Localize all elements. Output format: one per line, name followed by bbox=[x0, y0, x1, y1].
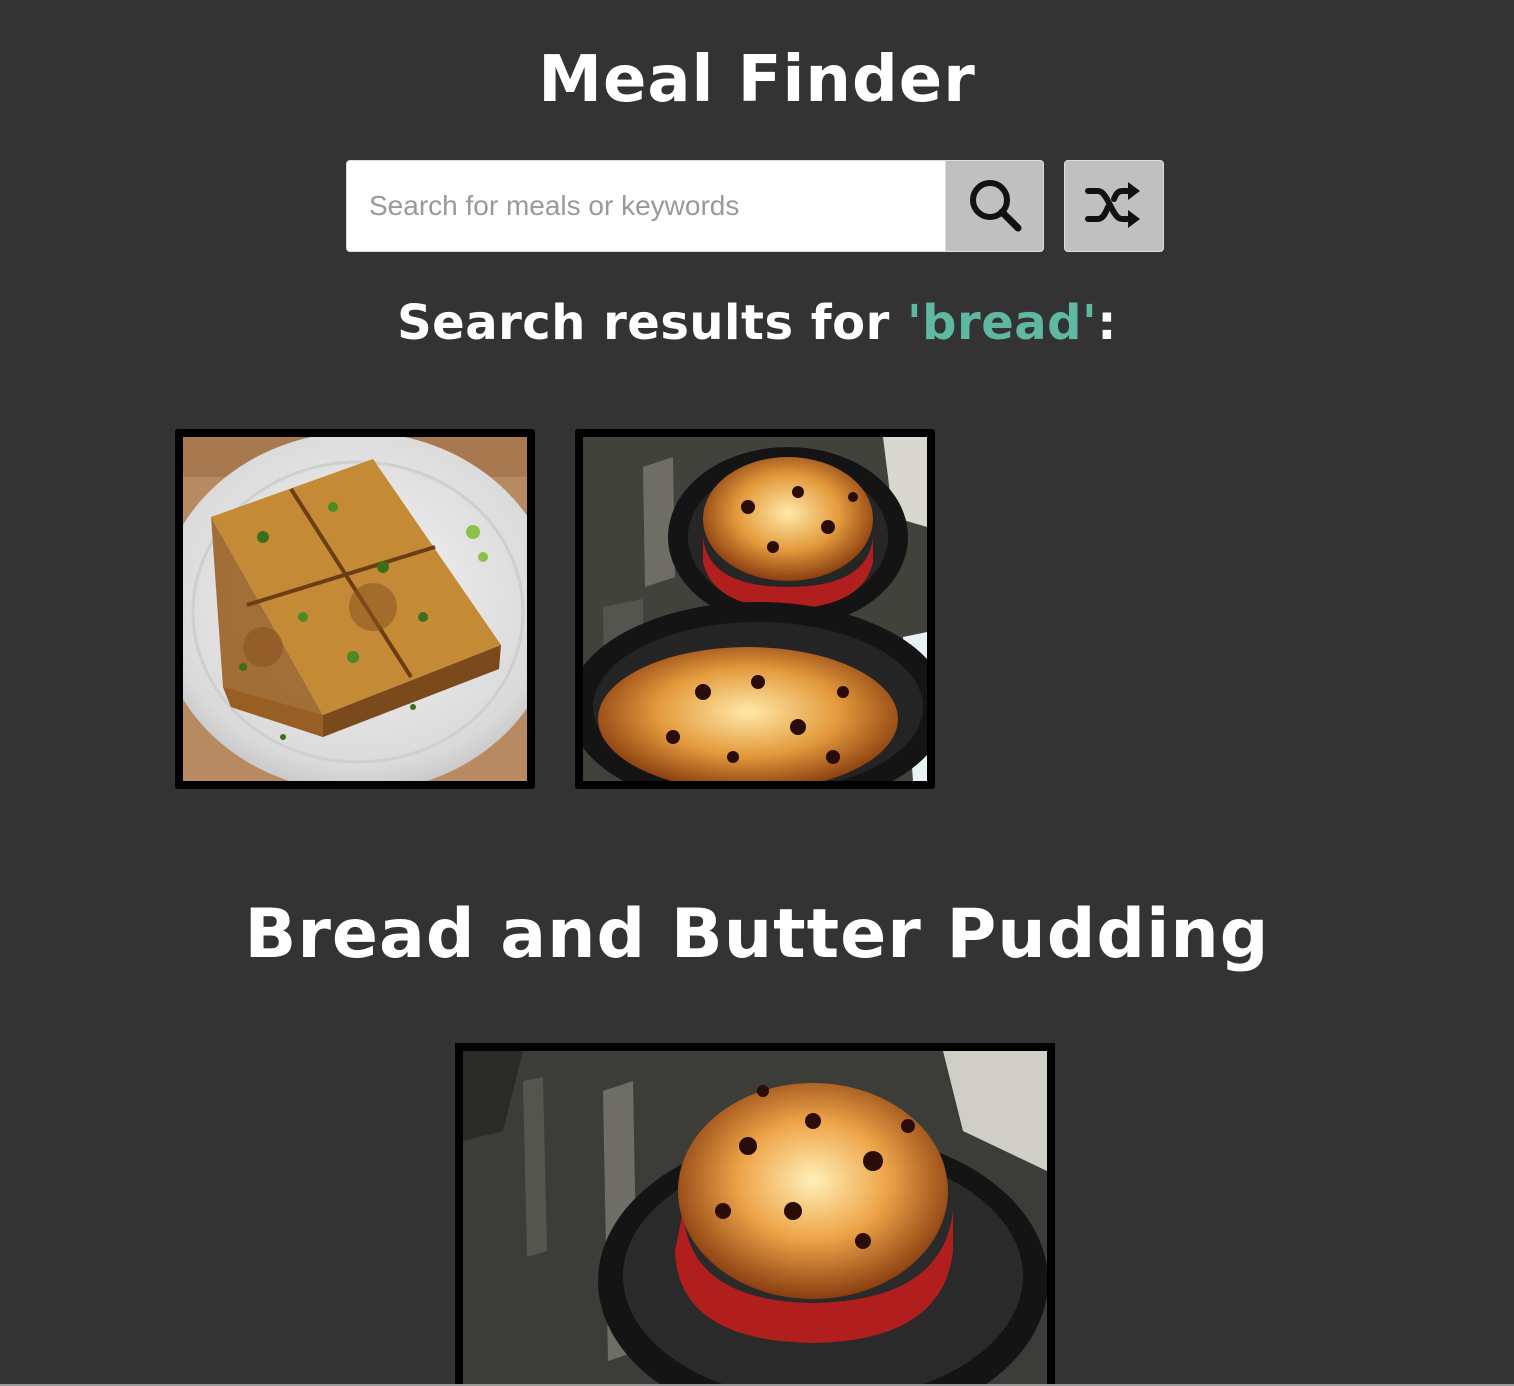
search-icon bbox=[966, 176, 1024, 237]
meal-photo-bread-and-butter-pudding bbox=[463, 1051, 1047, 1386]
results-heading-prefix: Search results for bbox=[397, 295, 907, 351]
meal-photo-bread-omelette bbox=[183, 437, 527, 781]
meal-photo-bread-and-butter-pudding bbox=[583, 437, 927, 781]
meal-finder-page: Meal Finder Search re bbox=[0, 0, 1514, 1386]
search-form bbox=[346, 160, 1044, 252]
results-heading: Search results for 'bread': bbox=[0, 292, 1514, 354]
meal-detail-image bbox=[455, 1043, 1055, 1386]
meal-card-2[interactable] bbox=[575, 429, 935, 789]
results-heading-suffix: : bbox=[1097, 295, 1117, 351]
meal-detail-title: Bread and Butter Pudding bbox=[244, 895, 1270, 974]
random-meal-button[interactable] bbox=[1064, 160, 1164, 252]
shuffle-icon bbox=[1084, 179, 1144, 234]
search-button[interactable] bbox=[946, 160, 1044, 252]
meal-card-1[interactable] bbox=[175, 429, 535, 789]
search-input[interactable] bbox=[346, 160, 946, 252]
app-title: Meal Finder bbox=[538, 43, 976, 117]
search-query: 'bread' bbox=[906, 295, 1098, 351]
